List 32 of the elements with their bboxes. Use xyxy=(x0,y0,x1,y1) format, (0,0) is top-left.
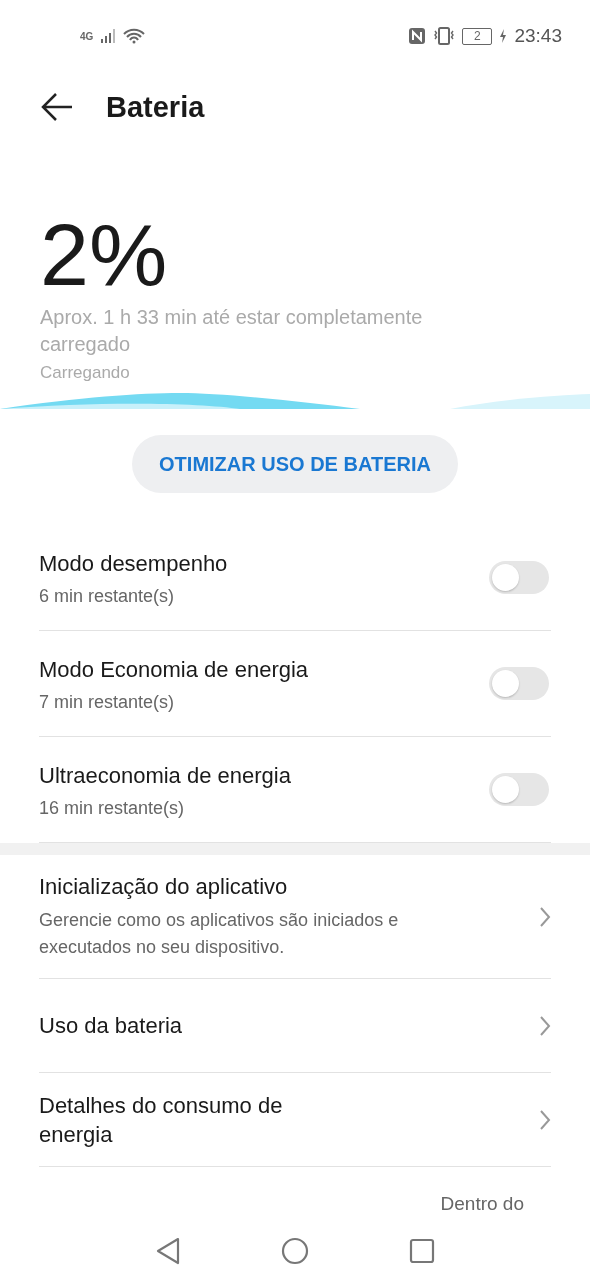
charging-icon xyxy=(498,28,509,44)
chevron-right-icon xyxy=(539,1014,551,1037)
settings-item-title[interactable]: Inicialização do aplicativo xyxy=(39,872,464,901)
toggle-switch[interactable] xyxy=(489,773,549,806)
charging-status: Carregando xyxy=(40,363,131,383)
chevron-right-icon xyxy=(539,1108,551,1131)
mode-title: Modo Economia de energia xyxy=(39,655,309,684)
footer-text: Dentro do xyxy=(440,1193,524,1215)
chevron-right-icon xyxy=(539,905,551,928)
battery-icon: 2 xyxy=(462,27,493,45)
wifi-icon xyxy=(123,28,146,44)
mode-title: Ultraeconomia de energia xyxy=(39,761,291,790)
toggle-switch[interactable] xyxy=(489,667,549,700)
mode-title: Modo desempenho xyxy=(39,549,228,578)
optimize-battery-button[interactable]: OTIMIZAR USO DE BATERIA xyxy=(132,435,458,493)
settings-item-title[interactable]: Uso da bateria xyxy=(39,1011,339,1040)
nfc-icon xyxy=(408,27,427,45)
settings-item-description: Gerencie como os aplicativos são iniciados e executados no seu dispositivo. xyxy=(39,909,400,959)
network-label: 4G xyxy=(80,30,94,42)
battery-percentage: 2% xyxy=(40,212,169,298)
back-icon[interactable] xyxy=(40,92,74,122)
page-title: Bateria xyxy=(106,90,205,124)
charge-estimate: Aprox. 1 h 33 min até estar completamente carregado xyxy=(40,305,424,357)
recents-icon[interactable] xyxy=(409,1238,435,1264)
mode-remaining: 7 min restante(s) xyxy=(39,691,176,713)
toggle-switch[interactable] xyxy=(489,561,549,594)
settings-item-title[interactable]: Detalhes do consumo de energia xyxy=(39,1090,339,1149)
home-icon[interactable] xyxy=(281,1237,309,1265)
signal-icon xyxy=(99,28,118,44)
mode-remaining: 6 min restante(s) xyxy=(39,585,176,607)
clock: 23:43 xyxy=(514,25,562,47)
mode-remaining: 16 min restante(s) xyxy=(39,797,186,819)
